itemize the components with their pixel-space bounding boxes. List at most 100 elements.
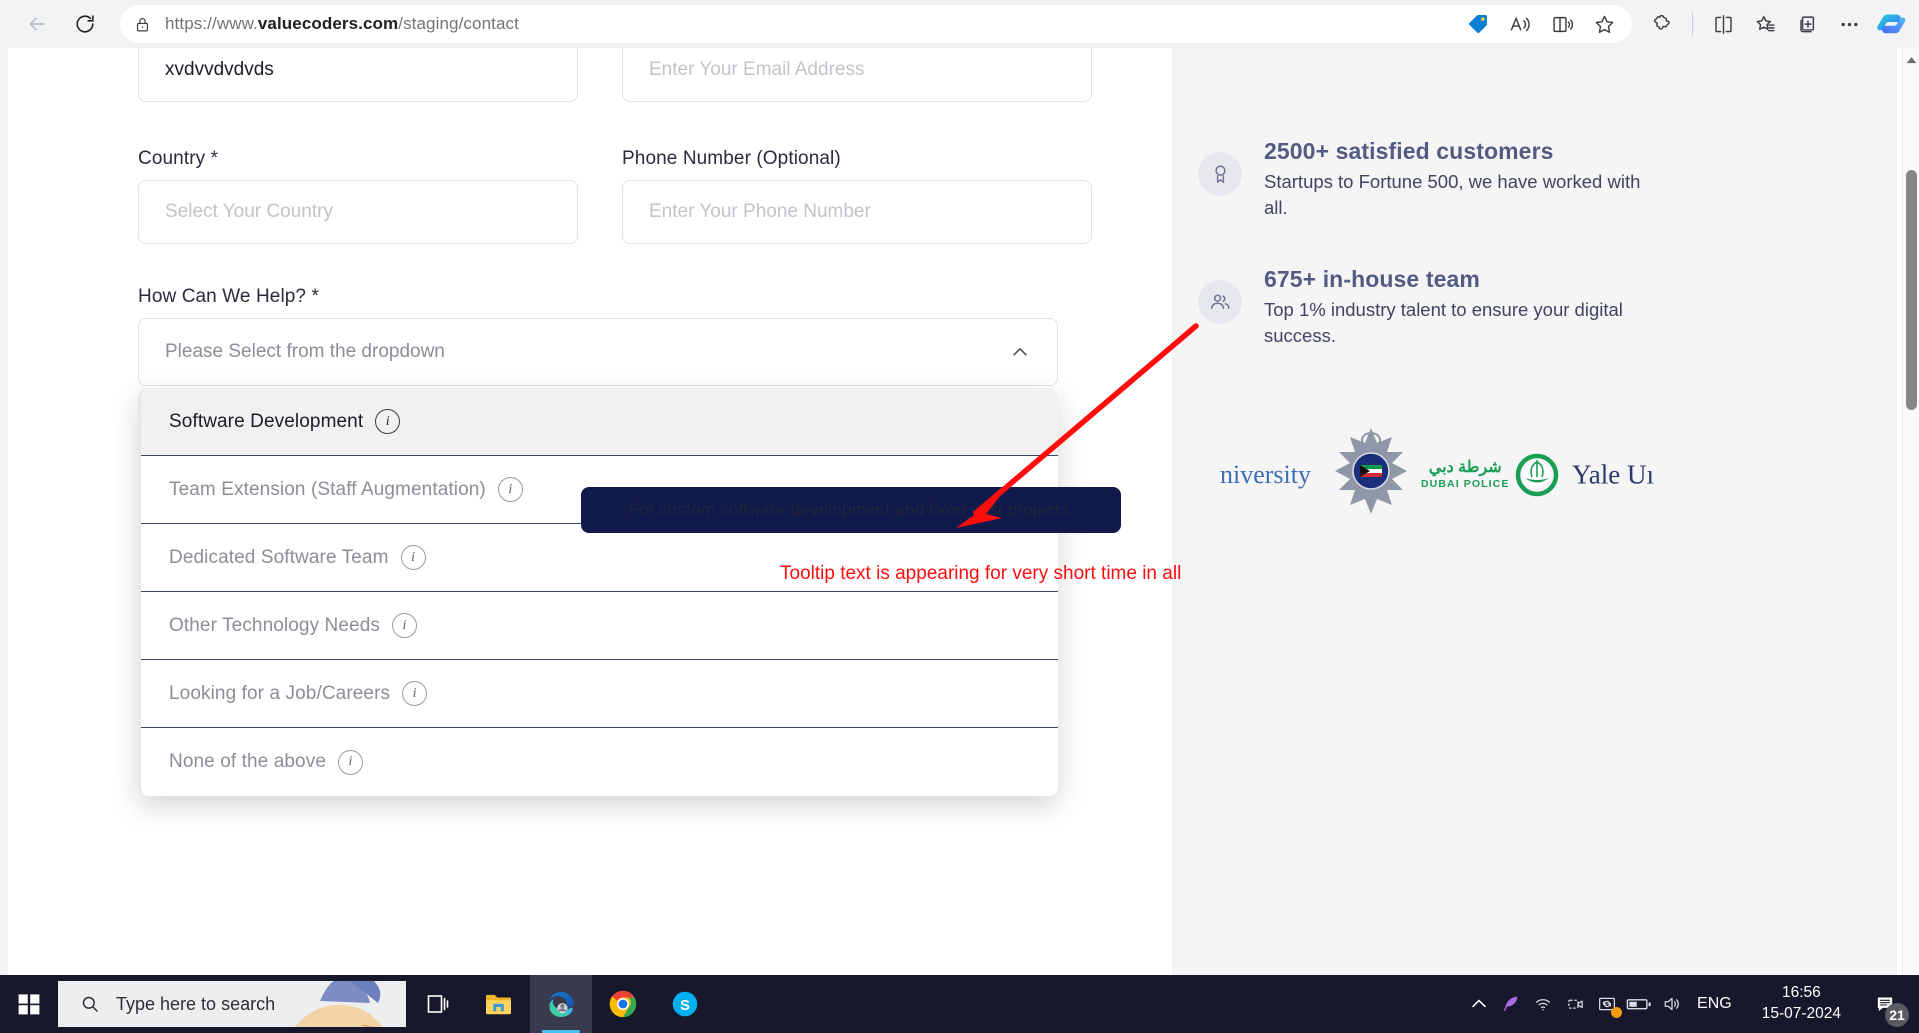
- feather-app-icon[interactable]: [1495, 975, 1527, 1033]
- refresh-button[interactable]: [64, 3, 106, 45]
- phone-label: Phone Number (Optional): [622, 148, 841, 169]
- vertical-scrollbar[interactable]: [1902, 48, 1919, 975]
- dropdown-option-software-development[interactable]: Software Development i: [141, 388, 1058, 456]
- name-input[interactable]: xvdvvdvdvds: [138, 48, 578, 102]
- info-icon[interactable]: i: [337, 749, 363, 775]
- dropdown-option-other-technology-needs[interactable]: Other Technology Needs i: [141, 592, 1058, 660]
- read-aloud-icon[interactable]: [1500, 4, 1540, 44]
- benefit-description: Top 1% industry talent to ensure your di…: [1264, 299, 1623, 347]
- dropdown-option-none-of-the-above[interactable]: None of the above i: [141, 728, 1058, 796]
- benefit-description: Startups to Fortune 500, we have worked …: [1264, 171, 1641, 219]
- university-logo-partial: niversity: [1220, 460, 1311, 489]
- dropdown-option-label: Looking for a Job/Careers: [169, 682, 391, 704]
- help-label: How Can We Help? *: [138, 286, 319, 307]
- dropdown-option-looking-for-job[interactable]: Looking for a Job/Careers i: [141, 660, 1058, 728]
- dubai-police-arabic-text: شرطة دبي: [1428, 459, 1502, 477]
- client-logos-carousel: niversity شرطة دبي DUBAI POLICE Yale Uı: [1172, 420, 1897, 530]
- back-button[interactable]: [16, 3, 58, 45]
- info-icon[interactable]: i: [402, 681, 428, 706]
- battery-icon[interactable]: [1623, 975, 1655, 1033]
- google-chrome-icon[interactable]: [592, 975, 654, 1033]
- shopping-price-tag-icon[interactable]: [1458, 4, 1498, 44]
- help-select-value: Please Select from the dropdown: [165, 341, 445, 362]
- page-viewport: xvdvvdvdvds Enter Your Email Address Cou…: [0, 48, 1919, 975]
- immersive-reader-icon[interactable]: [1542, 4, 1582, 44]
- dropdown-option-label: Dedicated Software Team: [169, 546, 389, 568]
- benefit-item: 675+ in-house team Top 1% industry talen…: [1198, 266, 1758, 350]
- benefit-title: 675+ in-house team: [1264, 266, 1480, 292]
- name-input-value: xvdvvdvdvds: [165, 59, 274, 80]
- language-indicator[interactable]: ENG: [1687, 995, 1746, 1013]
- browser-action-icons: [1642, 4, 1919, 44]
- search-icon: [82, 996, 98, 1012]
- browser-toolbar: https://www.valuecoders.com/staging/cont…: [0, 0, 1919, 48]
- dropdown-option-label: Team Extension (Staff Augmentation): [169, 478, 486, 500]
- show-hidden-icons-chevron[interactable]: [1463, 975, 1495, 1033]
- file-explorer-icon[interactable]: [468, 975, 530, 1033]
- chevron-up-icon[interactable]: [1009, 341, 1031, 363]
- help-dropdown-list[interactable]: Software Development i Team Extension (S…: [138, 388, 1058, 796]
- benefit-item: 2500+ satisfied customers Startups to Fo…: [1198, 138, 1758, 222]
- award-ribbon-icon: [1198, 152, 1242, 196]
- windows-taskbar: Type here to search S ENG 16:56 15-07-20…: [0, 975, 1919, 1033]
- clock-date: 15-07-2024: [1761, 1005, 1841, 1022]
- task-view-icon[interactable]: [406, 975, 468, 1033]
- system-tray: ENG 16:56 15-07-2024 21: [1463, 975, 1919, 1033]
- clock-time: 16:56: [1781, 984, 1821, 1002]
- toolbar-separator: [1692, 13, 1693, 35]
- scroll-up-arrow-icon[interactable]: [1903, 52, 1919, 68]
- onedrive-status-dot: [1611, 1007, 1623, 1018]
- collections-icon[interactable]: [1787, 4, 1827, 44]
- email-input-placeholder: Enter Your Email Address: [649, 59, 865, 80]
- country-select[interactable]: Select Your Country: [138, 180, 578, 244]
- favorite-star-icon[interactable]: [1584, 4, 1624, 44]
- dubai-police-latin-text: DUBAI POLICE: [1421, 478, 1510, 491]
- skype-icon[interactable]: S: [654, 975, 716, 1033]
- volume-icon[interactable]: [1655, 975, 1687, 1033]
- email-input[interactable]: Enter Your Email Address: [622, 48, 1092, 102]
- taskbar-clock[interactable]: 16:56 15-07-2024: [1746, 983, 1857, 1025]
- option-tooltip: For custom software development and fixe…: [581, 487, 1121, 533]
- wifi-icon[interactable]: [1527, 975, 1559, 1033]
- dubai-police-logo: شرطة دبي DUBAI POLICE: [1421, 451, 1561, 499]
- copilot-icon[interactable]: [1871, 4, 1911, 44]
- address-bar[interactable]: https://www.valuecoders.com/staging/cont…: [120, 5, 1632, 43]
- phone-input[interactable]: Enter Your Phone Number: [622, 180, 1092, 244]
- dropdown-option-label: None of the above: [169, 751, 326, 772]
- windows-start-icon[interactable]: [0, 975, 58, 1033]
- phone-field-group: Phone Number (Optional) Enter Your Phone…: [622, 148, 1092, 244]
- lock-icon[interactable]: [134, 16, 151, 33]
- svg-text:S: S: [680, 998, 690, 1014]
- cortana-illustration: [295, 981, 383, 1027]
- split-screen-icon[interactable]: [1703, 4, 1743, 44]
- contact-form: xvdvvdvdvds Enter Your Email Address Cou…: [108, 48, 1199, 948]
- info-icon[interactable]: i: [497, 477, 523, 502]
- dropdown-option-label: Software Development: [169, 410, 364, 432]
- info-icon[interactable]: i: [400, 545, 426, 570]
- settings-more-icon[interactable]: [1829, 4, 1869, 44]
- notifications-count-badge: 21: [1885, 1003, 1909, 1027]
- help-select-trigger[interactable]: Please Select from the dropdown: [138, 318, 1058, 386]
- info-icon[interactable]: i: [391, 613, 417, 638]
- camera-meeting-icon[interactable]: [1559, 975, 1591, 1033]
- extensions-icon[interactable]: [1642, 4, 1682, 44]
- onedrive-sync-icon[interactable]: [1591, 975, 1623, 1033]
- dropdown-option-label: Other Technology Needs: [169, 614, 380, 636]
- page-left-gutter: [0, 48, 8, 975]
- people-group-icon: [1198, 280, 1242, 324]
- kuwait-police-logo: [1327, 424, 1415, 524]
- taskbar-search-box[interactable]: Type here to search: [58, 981, 406, 1027]
- country-field-group: Country * Select Your Country: [138, 148, 578, 244]
- notifications-icon[interactable]: 21: [1857, 975, 1913, 1033]
- microsoft-edge-icon[interactable]: [530, 975, 592, 1033]
- taskbar-search-placeholder: Type here to search: [116, 993, 276, 1014]
- url-text: https://www.valuecoders.com/staging/cont…: [165, 14, 519, 33]
- country-select-placeholder: Select Your Country: [165, 201, 333, 222]
- benefits-panel: 2500+ satisfied customers Startups to Fo…: [1172, 48, 1897, 975]
- country-label: Country *: [138, 148, 219, 169]
- yale-university-logo-partial: Yale Uı: [1572, 459, 1655, 490]
- favorites-list-icon[interactable]: [1745, 4, 1785, 44]
- info-icon[interactable]: i: [375, 409, 401, 434]
- help-field-group: How Can We Help? * Please Select from th…: [138, 286, 1058, 386]
- vertical-scroll-thumb[interactable]: [1906, 170, 1917, 410]
